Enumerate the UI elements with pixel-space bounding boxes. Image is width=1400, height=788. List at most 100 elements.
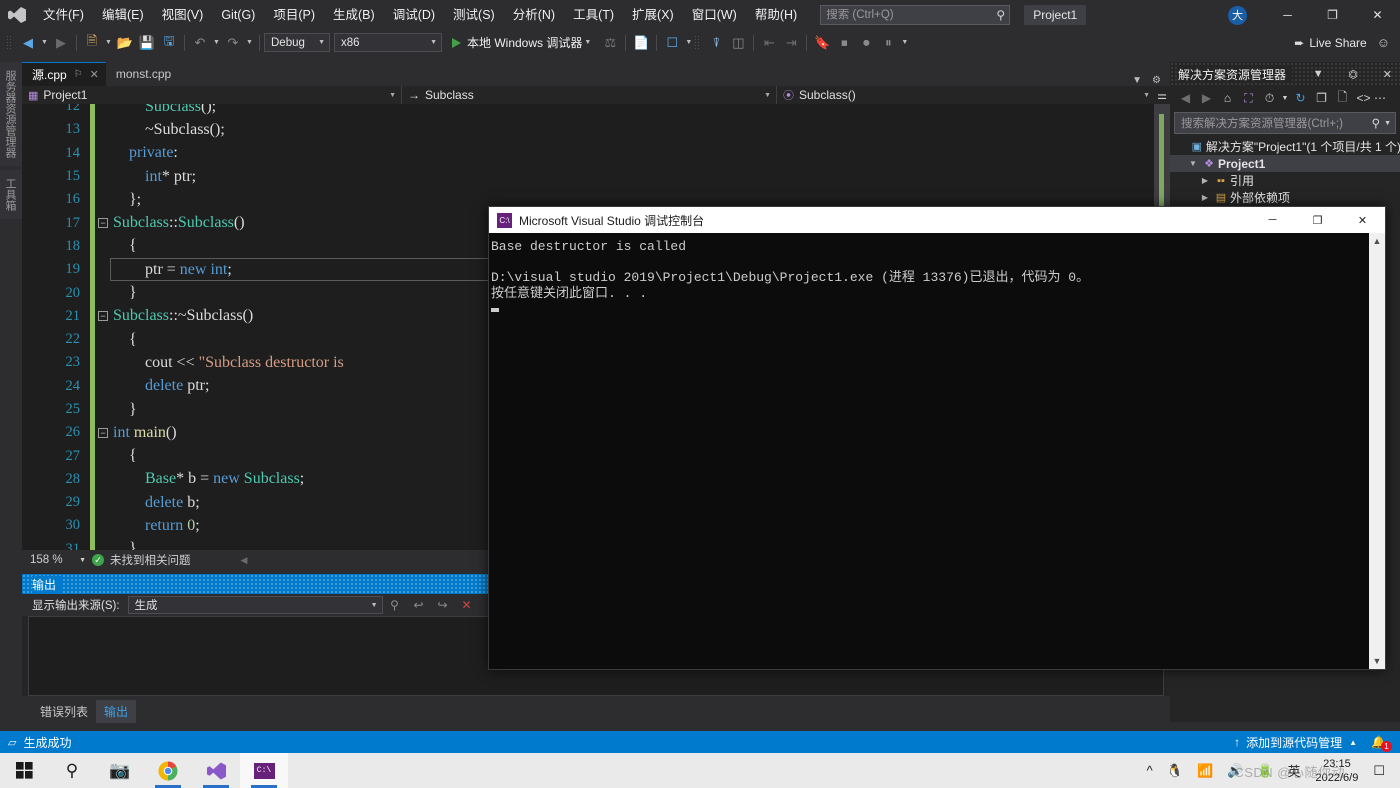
indent-decrease-icon[interactable]: ⇤ (758, 32, 780, 54)
menu-tools[interactable]: 工具(T) (564, 0, 623, 30)
menu-view[interactable]: 视图(V) (153, 0, 213, 30)
refresh-icon[interactable]: ↻ (1290, 91, 1311, 105)
ime-indicator[interactable]: 英 (1281, 761, 1308, 780)
collapsed-chevron-icon[interactable]: ▶ (1198, 193, 1212, 202)
find-message-icon[interactable]: ⚲ (383, 598, 407, 612)
dock-tab-error-list[interactable]: 错误列表 (32, 700, 96, 723)
toolbox-tab[interactable]: 工具箱 (0, 170, 22, 219)
code-line[interactable]: 13 ~Subclass(); (22, 118, 1170, 142)
tab-source-cpp[interactable]: 源.cpp ⚐ ✕ (22, 62, 106, 86)
solution-explorer-search[interactable]: 搜索解决方案资源管理器(Ctrl+;) ⚲ ▼ (1174, 112, 1396, 134)
undo-icon[interactable]: ↶ (189, 32, 211, 54)
menu-window[interactable]: 窗口(W) (683, 0, 746, 30)
nav-scope-dropdown[interactable]: → Subclass ▼ (402, 86, 777, 104)
save-all-icon[interactable]: 🖫 (158, 32, 180, 54)
next-bookmark-icon[interactable]: ⏺ (855, 32, 877, 54)
console-scrollbar[interactable]: ▲ ▼ (1369, 233, 1385, 669)
start-debugging-button[interactable]: 本地 Windows 调试器 ▼ (446, 32, 599, 54)
output-source-dropdown[interactable]: 生成 ▼ (127, 596, 383, 614)
select-element-icon[interactable]: ⍒ (705, 32, 727, 54)
clear-all-icon[interactable]: ✕ (455, 598, 479, 612)
navigate-forward-icon[interactable]: ▶ (50, 32, 72, 54)
solution-config-dropdown[interactable]: Debug ▼ (264, 33, 330, 52)
notifications-button[interactable]: 🔔 1 (1371, 735, 1392, 752)
split-view-icon[interactable]: ◫ (727, 32, 749, 54)
document-settings-icon[interactable]: ⚙ (1147, 75, 1166, 86)
indent-increase-icon[interactable]: ⇥ (780, 32, 802, 54)
tab-monst-cpp[interactable]: monst.cpp (106, 62, 178, 86)
menu-file[interactable]: 文件(F) (34, 0, 93, 30)
search-options-chevron-icon[interactable]: ▼ (1380, 120, 1391, 127)
menu-debug[interactable]: 调试(D) (384, 0, 444, 30)
action-center-icon[interactable]: ☐ (1366, 763, 1392, 779)
properties-icon[interactable]: 🗋 (1332, 88, 1353, 109)
toolbar-grip-2[interactable] (694, 34, 702, 51)
search-input[interactable] (826, 9, 987, 21)
console-close-button[interactable]: ✕ (1340, 207, 1385, 233)
clear-pane-icon[interactable]: ↩ (407, 598, 431, 612)
code-line[interactable]: 14 private: (22, 141, 1170, 165)
solution-tree-item[interactable]: ▣ 解决方案"Project1"(1 个项目/共 1 个) (1170, 138, 1400, 155)
collapsed-chevron-icon[interactable]: ▶ (1198, 176, 1212, 185)
account-avatar[interactable]: 大 (1228, 5, 1247, 25)
qq-icon[interactable]: 🐧 (1160, 763, 1190, 779)
attach-process-icon[interactable]: ⚖ (599, 32, 621, 54)
preview-changes-icon[interactable]: 📄 (630, 32, 652, 54)
navigate-back-icon[interactable]: ◀ (17, 32, 39, 54)
menu-build[interactable]: 生成(B) (324, 0, 384, 30)
chevron-down-icon-8[interactable]: ▼ (1280, 95, 1290, 102)
toolbar-grip[interactable] (6, 34, 13, 51)
collapse-icon[interactable]: − (98, 218, 108, 229)
panel-menu-chevron-icon[interactable]: ▼ (1309, 68, 1328, 80)
start-button[interactable] (0, 753, 48, 788)
debug-target-dropdown-icon[interactable]: ▼ (582, 39, 593, 46)
collapse-icon[interactable]: − (98, 311, 108, 322)
taskbar-chrome-icon[interactable] (144, 753, 192, 788)
dock-tab-output[interactable]: 输出 (96, 699, 137, 723)
nav-project-dropdown[interactable]: ▦ Project1 ▼ (22, 86, 402, 104)
server-explorer-tab[interactable]: 服务器资源管理器 (0, 62, 22, 166)
close-panel-icon[interactable]: ✕ (1379, 68, 1396, 81)
battery-icon[interactable]: 🔋 (1250, 763, 1280, 779)
close-button[interactable]: ✕ (1355, 0, 1400, 30)
scroll-down-icon[interactable]: ▼ (1369, 653, 1385, 669)
fold-column[interactable]: − (95, 218, 111, 229)
live-preview-icon[interactable]: ☐ (661, 32, 683, 54)
menu-edit[interactable]: 编辑(E) (93, 0, 153, 30)
menu-git[interactable]: Git(G) (212, 0, 264, 30)
solution-tree-item[interactable]: ▶ ▤ 外部依赖项 (1170, 189, 1400, 206)
expanded-chevron-icon[interactable]: ▼ (1186, 159, 1200, 168)
code-line[interactable]: 12 Subclass(); (22, 104, 1170, 119)
back-icon[interactable]: ◀ (1175, 91, 1196, 105)
nav-member-dropdown[interactable]: ⦿ Subclass() ▼ (777, 86, 1155, 104)
taskbar-camera-icon[interactable]: 📷 (96, 753, 144, 788)
prev-bookmark-icon[interactable]: ⏹ (833, 32, 855, 54)
tray-expand-icon[interactable]: ^ (1140, 763, 1160, 778)
overflow-icon[interactable]: ⋯ (1374, 91, 1386, 105)
back-dropdown-icon[interactable]: ▼ (39, 39, 50, 46)
fold-column[interactable]: − (95, 311, 111, 322)
add-to-source-control[interactable]: ↑ 添加到源代码管理 ▲ (1234, 734, 1357, 751)
zoom-dropdown[interactable]: 158 % ▼ (22, 554, 92, 566)
collapse-icon[interactable]: − (98, 427, 108, 438)
code-line[interactable]: 15 int* ptr; (22, 164, 1170, 189)
tab-list-chevron-icon[interactable]: ▼ (1127, 75, 1147, 86)
scroll-up-icon[interactable]: ▲ (1369, 233, 1385, 249)
menu-project[interactable]: 项目(P) (264, 0, 324, 30)
save-icon[interactable]: 💾 (136, 32, 158, 54)
show-all-files-icon[interactable]: ⏱ (1259, 91, 1280, 106)
forward-icon[interactable]: ▶ (1196, 91, 1217, 105)
menu-test[interactable]: 测试(S) (444, 0, 504, 30)
bookmark-icon[interactable]: 🔖 (811, 32, 833, 54)
taskbar-visual-studio-icon[interactable] (192, 753, 240, 788)
taskbar-search-icon[interactable]: ⚲ (48, 753, 96, 788)
toolbar-overflow-icon[interactable]: ▼ (899, 39, 910, 46)
issue-nav-prev-icon[interactable]: ◀ (241, 555, 248, 566)
new-dropdown-icon[interactable]: ▼ (103, 39, 114, 46)
taskbar-clock[interactable]: 23:15 2022/6/9 (1308, 757, 1367, 785)
view-code-icon[interactable]: <> (1353, 91, 1374, 105)
undo-dropdown-icon[interactable]: ▼ (211, 39, 222, 46)
console-title-bar[interactable]: C:\ Microsoft Visual Studio 调试控制台 ─ ❐ ✕ (489, 207, 1385, 233)
solution-tree-item[interactable]: ▼ ❖ Project1 (1170, 155, 1400, 172)
restore-button[interactable]: ❐ (1310, 0, 1355, 30)
